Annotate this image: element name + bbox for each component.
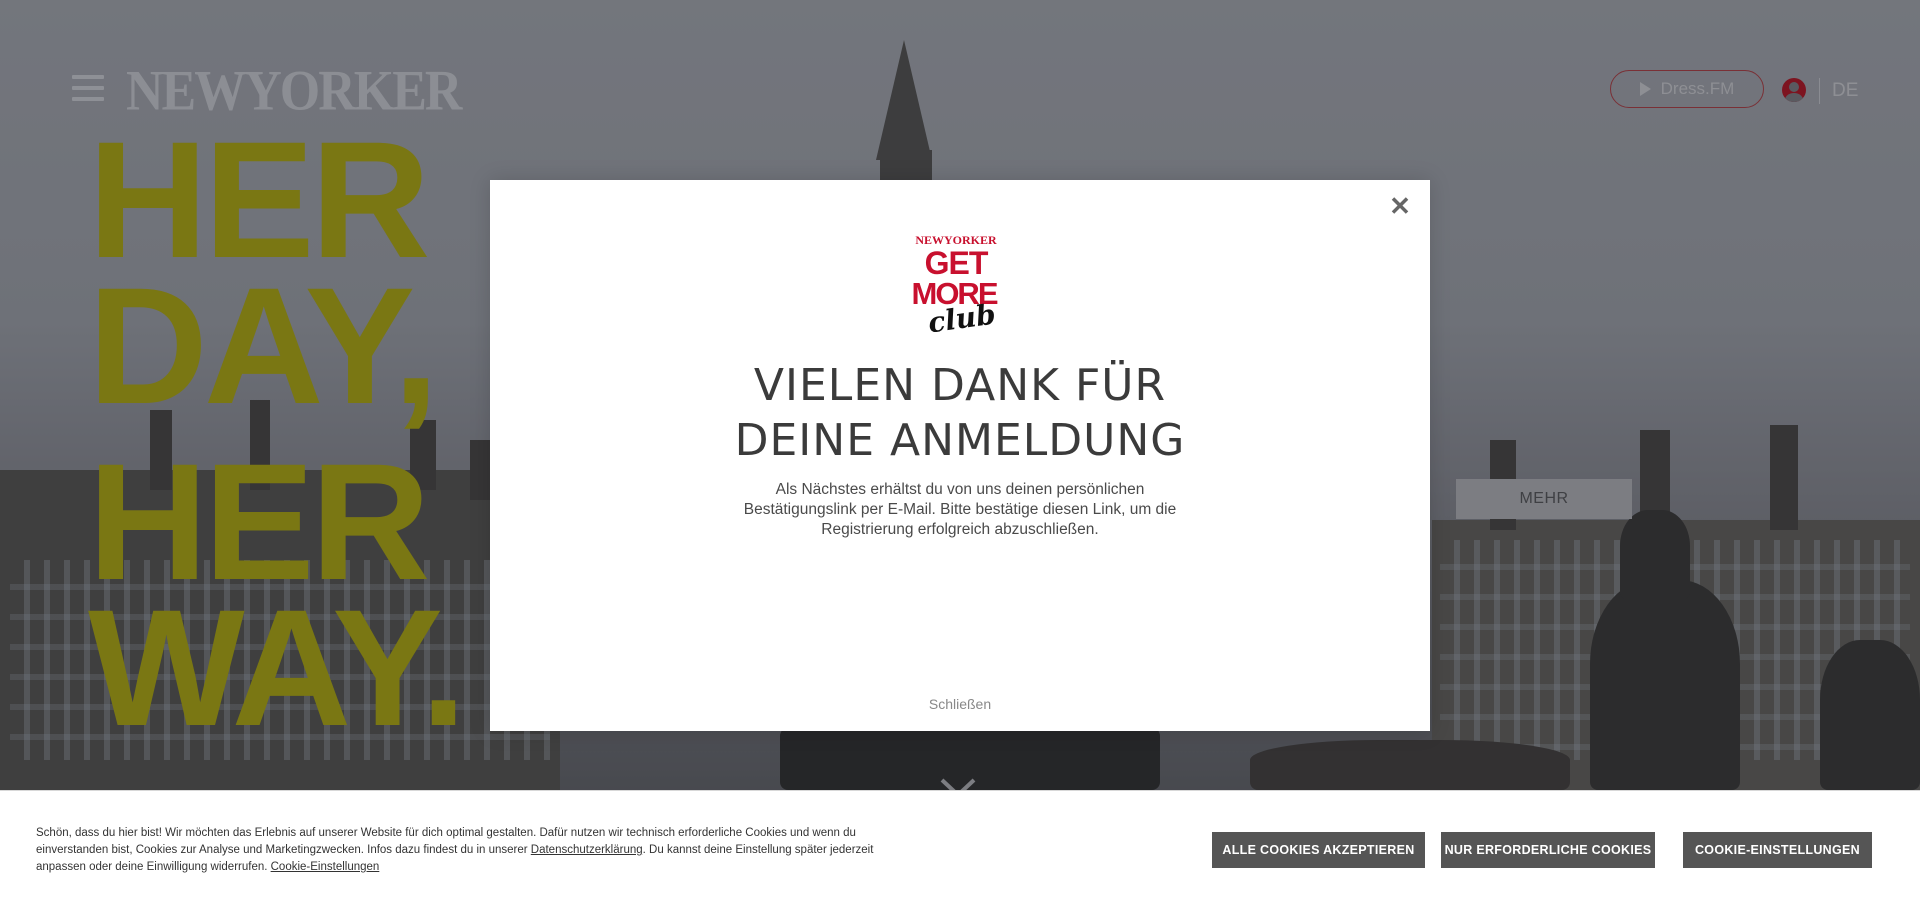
dress-fm-button[interactable]: Dress.FM <box>1610 70 1764 108</box>
headline-line: HER <box>88 430 430 615</box>
close-icon[interactable]: ✕ <box>1386 192 1414 220</box>
language-selector[interactable]: DE <box>1832 80 1858 102</box>
modal-title-line: VIELEN DANK FÜR <box>753 360 1167 411</box>
cookie-settings-link[interactable]: Cookie-Einstellungen <box>271 861 380 873</box>
modal-message: Als Nächstes erhältst du von uns deinen … <box>743 481 1177 538</box>
accept-all-cookies-button[interactable]: ALLE COOKIES AKZEPTIEREN <box>1212 832 1425 868</box>
headline-line: DAY, <box>88 254 439 439</box>
play-icon <box>1639 82 1651 96</box>
dress-fm-label: Dress.FM <box>1660 79 1735 98</box>
cookie-text: Schön, dass du hier bist! Wir möchten da… <box>36 825 876 876</box>
required-cookies-only-button[interactable]: NUR ERFORDERLICHE COOKIES <box>1441 832 1655 868</box>
account-icon[interactable] <box>1782 78 1806 102</box>
more-button[interactable]: MEHR <box>1456 479 1632 519</box>
close-modal-link[interactable]: Schließen <box>490 696 1430 712</box>
cookie-banner: Schön, dass du hier bist! Wir möchten da… <box>0 790 1920 912</box>
get-more-club-logo: NEWYORKER GET MORE club <box>912 233 1000 334</box>
menu-icon[interactable] <box>72 75 104 103</box>
signup-confirmation-modal: ✕ NEWYORKER GET MORE club VIELEN DANK FÜ… <box>490 180 1430 731</box>
header-divider <box>1819 78 1820 104</box>
headline-line: WAY. <box>88 576 467 761</box>
modal-title-line: DEINE ANMELDUNG <box>734 415 1186 466</box>
privacy-policy-link[interactable]: Datenschutzerklärung <box>531 844 643 856</box>
headline-line: HER <box>88 108 430 293</box>
modal-title: VIELEN DANK FÜR DEINE ANMELDUNG <box>490 358 1430 468</box>
hero-headline: HER DAY, HER WAY. <box>88 108 467 761</box>
cookie-settings-button[interactable]: COOKIE-EINSTELLUNGEN <box>1683 832 1872 868</box>
